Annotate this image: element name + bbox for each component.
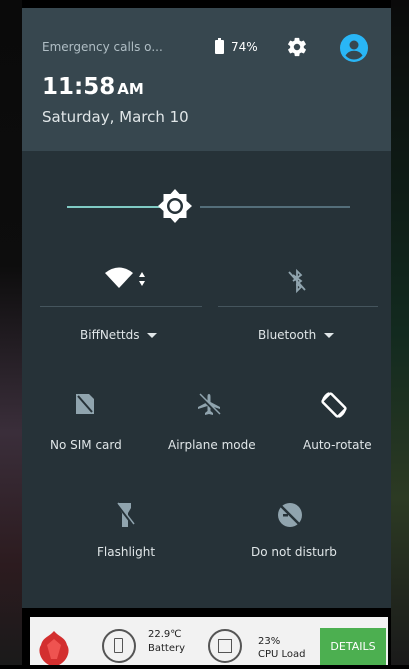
wifi-icon[interactable] [104,266,134,290]
brightness-icon[interactable] [156,187,194,225]
battery-ring-icon [102,629,136,663]
wifi-activity-icon [139,272,145,286]
tile-flashlight[interactable]: Flashlight [97,545,155,559]
wallpaper-right [391,0,409,665]
tile-airplane[interactable]: Airplane mode [168,438,256,452]
chevron-down-icon [324,333,335,338]
gear-icon[interactable] [286,36,308,58]
do-not-disturb-icon[interactable] [276,501,304,529]
battery-temp: 22.9℃ [148,629,182,640]
quick-settings-panel: Emergency calls o... 74% 11:58 AM Saturda… [22,8,391,608]
battery-icon [215,38,224,54]
clock-time: 11:58 AM [42,74,144,100]
details-button[interactable]: DETAILS [320,628,386,665]
clock-ampm: AM [117,80,144,98]
no-sim-icon[interactable] [74,392,96,416]
airplane-icon[interactable] [196,392,222,418]
tile-do-not-disturb[interactable]: Do not disturb [251,545,337,559]
tile-wifi[interactable]: BiffNettds [80,328,158,342]
battery-percent: 74% [231,40,258,54]
status-header: Emergency calls o... 74% 11:58 AM Saturda… [22,8,391,151]
account-icon[interactable] [340,34,368,62]
auto-rotate-icon[interactable] [319,390,349,420]
wallpaper-left [0,0,22,665]
brightness-track[interactable] [200,206,350,208]
wifi-label: BiffNettds [80,328,140,342]
cpu-label: CPU Load [258,649,306,660]
flashlight-off-icon[interactable] [114,501,136,529]
tile-no-sim[interactable]: No SIM card [50,438,122,452]
bluetooth-label: Bluetooth [258,328,317,342]
tile-auto-rotate[interactable]: Auto-rotate [303,438,372,452]
chevron-down-icon [147,333,158,338]
cpu-value: 23% [258,636,281,647]
wifi-divider [40,306,202,307]
battery-label: Battery [148,643,186,654]
bluetooth-divider [218,306,378,307]
bluetooth-off-icon[interactable] [286,268,308,294]
notification-card[interactable]: 22.9℃ Battery 23% CPU Load DETAILS [30,617,388,665]
app-logo-icon [39,631,69,665]
tile-bluetooth[interactable]: Bluetooth [258,328,335,342]
clock-date: Saturday, March 10 [42,108,189,126]
carrier-text: Emergency calls o... [42,40,163,54]
cpu-ring-icon [208,629,242,663]
